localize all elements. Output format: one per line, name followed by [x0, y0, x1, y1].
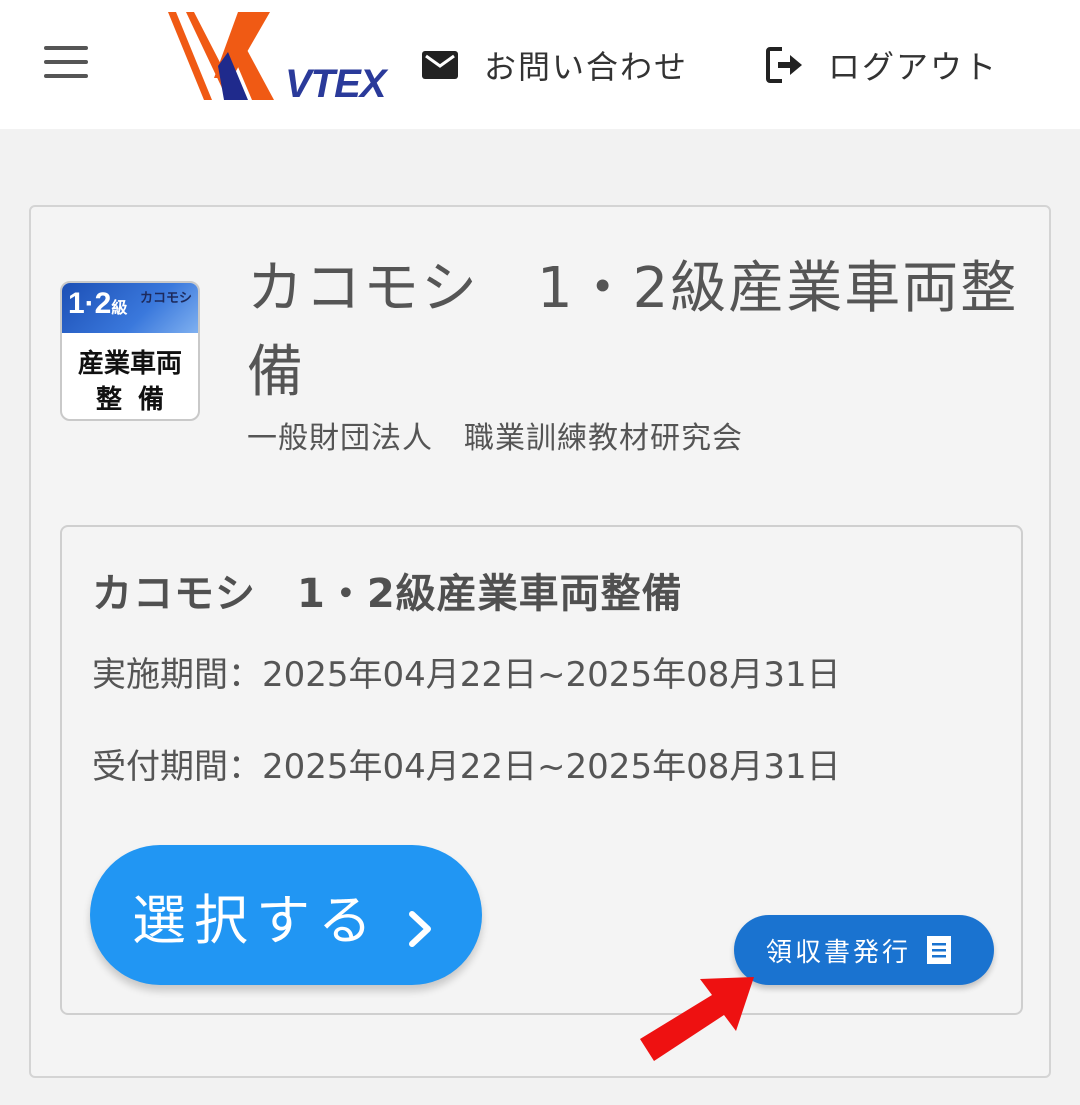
hamburger-menu-icon[interactable] — [44, 46, 88, 78]
issue-receipt-label: 領収書発行 — [766, 937, 912, 968]
select-button[interactable]: 選択する — [90, 845, 482, 985]
course-organization: 一般財団法人 職業訓練教材研究会 — [247, 421, 743, 456]
issue-receipt-button[interactable]: 領収書発行 — [734, 915, 994, 985]
logout-label: ログアウト — [828, 48, 999, 86]
receipt-icon — [925, 935, 953, 965]
contact-label: お問い合わせ — [484, 48, 689, 86]
thumb-line-1: 産業車両 — [77, 349, 182, 379]
course-detail-panel: カコモシ 1・2級産業車両整備 実施期間：2025年04月22日~2025年08… — [60, 525, 1023, 1015]
course-card: 1·2級 カコモシ 産業車両 整備 カコモシ 1・2級産業車両整備 一般財団法人… — [29, 205, 1051, 1078]
course-thumbnail: 1·2級 カコモシ 産業車両 整備 — [60, 281, 200, 421]
select-button-label: 選択する — [132, 888, 380, 952]
reception-period: 受付期間：2025年04月22日~2025年08月31日 — [92, 747, 841, 787]
implementation-period: 実施期間：2025年04月22日~2025年08月31日 — [92, 655, 841, 695]
thumb-brand: カコモシ — [139, 291, 192, 306]
logo-text: VTEX — [285, 62, 386, 106]
annotation-arrow-icon — [630, 965, 770, 1075]
chevron-right-icon — [402, 897, 438, 947]
logout-link[interactable]: ログアウト — [764, 40, 998, 90]
detail-title: カコモシ 1・2級産業車両整備 — [92, 571, 683, 617]
mail-icon — [420, 45, 460, 85]
logout-icon — [764, 45, 804, 85]
thumb-grade: 1·2級 — [68, 287, 128, 320]
contact-link[interactable]: お問い合わせ — [420, 40, 688, 90]
course-title: カコモシ 1・2級産業車両整備 — [247, 256, 1019, 405]
thumb-line-2: 整備 — [95, 385, 180, 415]
app-header: VTEX お問い合わせ ログアウト — [0, 0, 1080, 129]
